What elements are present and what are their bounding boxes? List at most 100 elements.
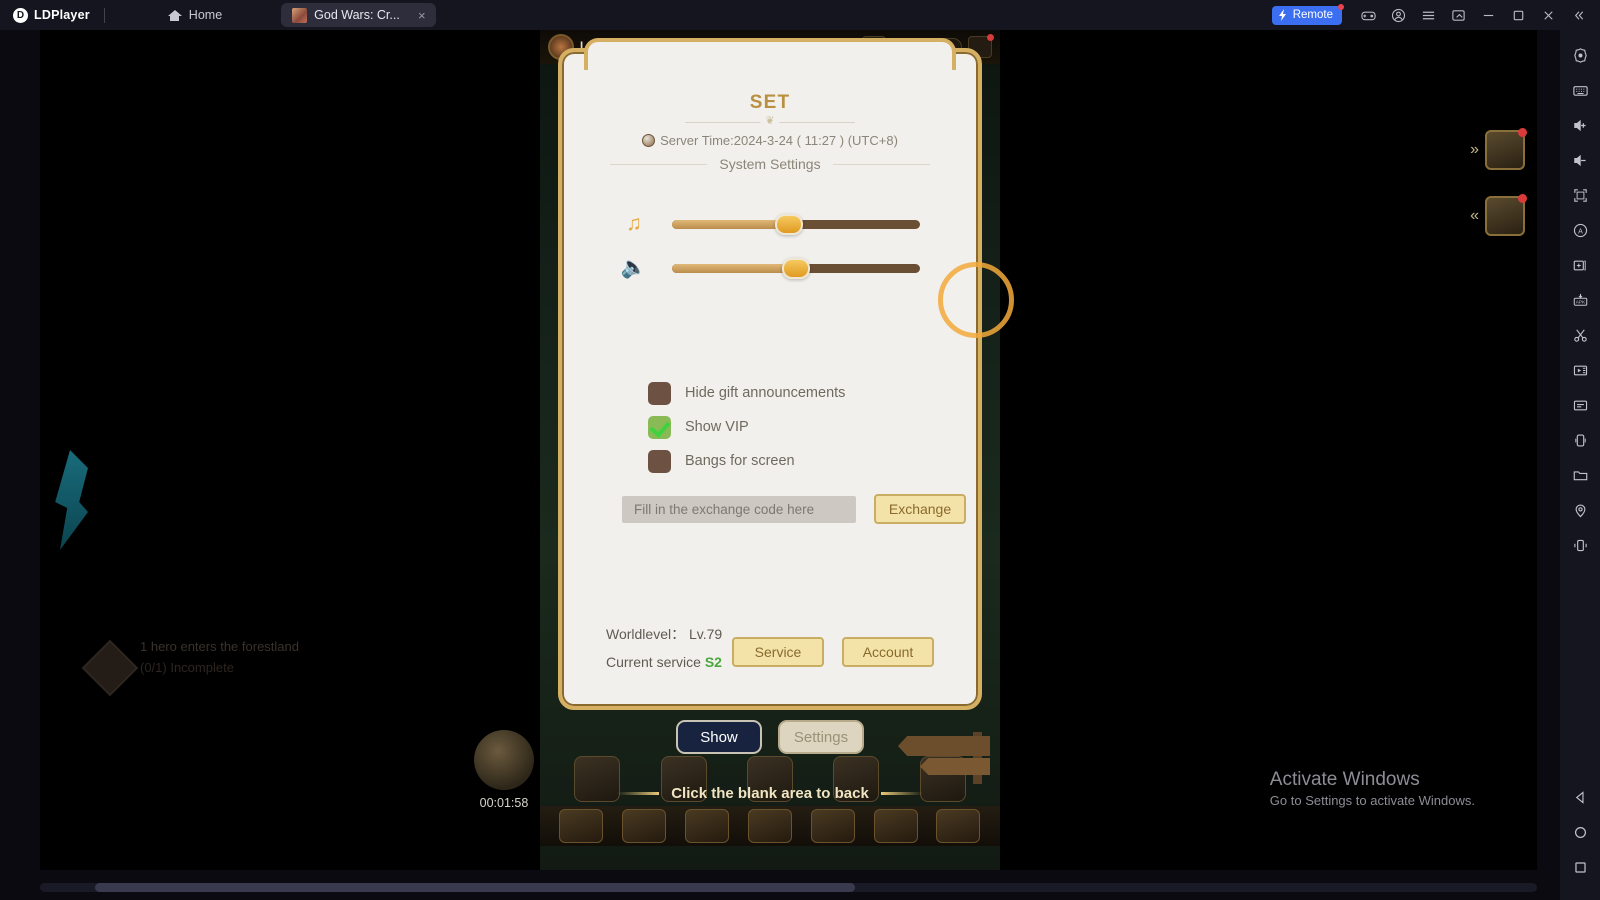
exchange-code-input[interactable] — [622, 495, 856, 523]
volume-up-icon[interactable] — [1567, 112, 1593, 138]
location-icon[interactable] — [1567, 497, 1593, 523]
watermark-subtitle: Go to Settings to activate Windows. — [1269, 793, 1475, 808]
settings-dialog: SET Server Time:2024-3-24 ( 11:27 ) (UTC… — [558, 38, 982, 710]
folder-icon[interactable] — [1567, 462, 1593, 488]
shake-icon[interactable] — [1567, 532, 1593, 558]
android-back-icon[interactable] — [1567, 784, 1593, 810]
account-icon[interactable] — [1384, 2, 1412, 28]
android-home-icon[interactable] — [1567, 819, 1593, 845]
svg-text:APK: APK — [1575, 299, 1585, 305]
checkbox-icon[interactable] — [648, 381, 671, 405]
exchange-button[interactable]: Exchange — [874, 494, 966, 524]
ldplayer-logo-icon: D — [13, 7, 28, 23]
game-thumbnail-icon — [292, 7, 308, 23]
music-volume-slider[interactable] — [672, 213, 920, 235]
checkbox-label: Show VIP — [685, 419, 749, 435]
worldlevel-label: Worldlevel： — [606, 626, 686, 642]
tab-settings[interactable]: Settings — [778, 720, 864, 754]
tab-home-label: Home — [188, 8, 223, 22]
event-card-icon[interactable] — [1485, 128, 1527, 170]
service-row: Current service S2 — [606, 654, 732, 670]
scissors-icon[interactable] — [1567, 322, 1593, 348]
script-icon[interactable] — [1567, 392, 1593, 418]
emulator-sidebar: A APK — [1560, 30, 1600, 900]
exchange-code-row: Exchange — [562, 494, 978, 524]
sound-volume-slider[interactable] — [672, 257, 920, 279]
multi-window-icon[interactable] — [1567, 252, 1593, 278]
service-value: S2 — [704, 654, 722, 670]
dock-button[interactable] — [559, 809, 604, 843]
video-record-icon[interactable] — [1567, 357, 1593, 383]
dock-button[interactable] — [873, 809, 918, 843]
watermark-title: Activate Windows — [1269, 769, 1420, 790]
volume-sliders: ♫ 🔈 — [562, 202, 978, 290]
tab-show-label: Show — [700, 728, 738, 746]
brand-name: LDPlayer — [34, 8, 90, 22]
titlebar-controls: Remote — [1271, 2, 1600, 28]
volume-down-icon[interactable] — [1567, 147, 1593, 173]
checkbox-checked-icon[interactable] — [648, 415, 671, 439]
screen-letterbox-right — [1000, 30, 1537, 870]
event-card-icon[interactable] — [1485, 194, 1527, 236]
fullscreen-icon[interactable] — [1567, 182, 1593, 208]
screenshot-icon[interactable] — [1444, 2, 1472, 28]
side-button-row[interactable]: « — [1470, 194, 1527, 236]
dock-button[interactable] — [810, 809, 855, 843]
close-icon[interactable] — [1534, 2, 1562, 28]
chevron-left-icon[interactable]: « — [1470, 207, 1479, 225]
service-label: Current service — [606, 654, 701, 670]
chest-icon — [474, 730, 534, 790]
touch-indicator — [938, 262, 1014, 338]
settings-gear-icon[interactable] — [1567, 42, 1593, 68]
tab-show[interactable]: Show — [676, 720, 762, 754]
remote-button[interactable]: Remote — [1271, 3, 1344, 25]
remote-label: Remote — [1292, 9, 1333, 21]
dock-bottom-bar — [540, 806, 1000, 846]
checkbox-show-vip[interactable]: Show VIP — [648, 410, 978, 444]
chevron-right-icon[interactable]: » — [1470, 141, 1479, 159]
checkbox-bangs-for-screen[interactable]: Bangs for screen — [648, 444, 978, 478]
speaker-icon: 🔈 — [620, 256, 648, 279]
checkbox-group: Hide gift announcements Show VIP Bangs f… — [562, 376, 978, 478]
footer-buttons: Service Account — [732, 637, 934, 667]
side-button-row[interactable]: » — [1470, 128, 1527, 170]
account-info: Worldlevel： Lv.79 Current service S2 — [606, 624, 732, 680]
minimize-icon[interactable] — [1474, 2, 1502, 28]
account-button[interactable]: Account — [842, 637, 934, 667]
server-time: Server Time:2024-3-24 ( 11:27 ) (UTC+8) — [562, 133, 978, 148]
tab-home[interactable]: Home — [157, 3, 233, 27]
dock-button[interactable] — [622, 809, 667, 843]
dock-button[interactable] — [685, 809, 730, 843]
music-note-icon: ♫ — [626, 212, 642, 235]
titlebar: D LDPlayer Home God Wars: Cr... × Remote — [0, 0, 1600, 30]
server-time-label: Server Time:2024-3-24 ( 11:27 ) (UTC+8) — [660, 133, 898, 148]
apk-install-icon[interactable]: APK — [1567, 287, 1593, 313]
checkbox-icon[interactable] — [648, 449, 671, 473]
service-button[interactable]: Service — [732, 637, 824, 667]
android-recents-icon[interactable] — [1567, 854, 1593, 880]
scrollbar-thumb[interactable] — [95, 883, 855, 892]
android-screen[interactable]: 1 hero enters the forestland (0/1) Incom… — [40, 30, 1537, 870]
dock-button[interactable] — [936, 809, 981, 843]
dialog-title: SET — [749, 92, 791, 113]
home-icon — [167, 9, 182, 22]
horizontal-scrollbar[interactable] — [40, 883, 1537, 892]
dialog-footer: Worldlevel： Lv.79 Current service S2 Ser… — [562, 624, 978, 680]
checkbox-hide-gift-announcements[interactable]: Hide gift announcements — [648, 376, 978, 410]
gamepad-icon[interactable] — [1354, 2, 1382, 28]
close-icon[interactable]: × — [415, 8, 429, 23]
dock-button[interactable] — [747, 809, 792, 843]
notification-dot-icon — [1338, 3, 1344, 10]
decorative-dash — [880, 792, 923, 795]
maximize-icon[interactable] — [1504, 2, 1532, 28]
keyboard-icon[interactable] — [1567, 77, 1593, 103]
tab-god-wars[interactable]: God Wars: Cr... × — [281, 3, 436, 27]
quest-title: 1 hero enters the forestland — [140, 639, 299, 654]
dismiss-hint: Click the blank area to back — [540, 785, 1000, 802]
menu-icon[interactable] — [1414, 2, 1442, 28]
auto-rotate-icon[interactable]: A — [1567, 217, 1593, 243]
phone-icon[interactable] — [1567, 427, 1593, 453]
collapse-icon[interactable] — [1564, 2, 1592, 28]
svg-text:A: A — [1578, 227, 1583, 235]
section-title: System Settings — [562, 156, 978, 172]
